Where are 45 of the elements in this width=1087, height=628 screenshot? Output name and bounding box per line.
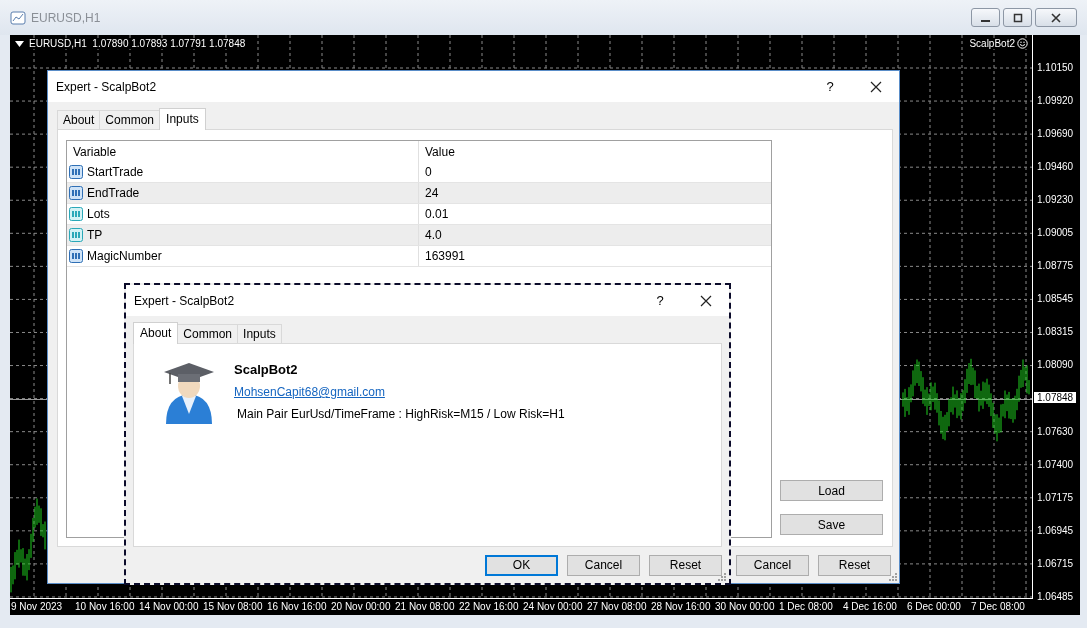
price-label: 1.08315 xyxy=(1036,326,1074,338)
price-label: 1.07630 xyxy=(1036,425,1074,437)
price-label: 1.10150 xyxy=(1036,62,1074,73)
variable-name: MagicNumber xyxy=(87,249,162,263)
variable-name: StartTrade xyxy=(87,165,144,179)
time-label: 30 Nov 00:00 xyxy=(715,601,775,612)
price-label: 1.09920 xyxy=(1036,95,1074,107)
expert-description: Main Pair EurUsd/TimeFrame : HighRisk=M15 / Low Risk=H1 xyxy=(236,407,565,421)
price-label: 1.08775 xyxy=(1036,260,1074,272)
time-label: 27 Nov 08:00 xyxy=(587,601,647,612)
price-label: 1.08090 xyxy=(1036,359,1074,371)
time-label: 10 Nov 16:00 xyxy=(75,601,135,612)
price-label: 1.09690 xyxy=(1036,128,1074,140)
dialog-title: Expert - ScalpBot2 xyxy=(134,293,235,308)
variable-name: EndTrade xyxy=(87,186,140,200)
current-price-label: 1.07848 xyxy=(1034,392,1077,404)
expert-name-label: ScalpBot2 xyxy=(969,38,1015,49)
symbol-quote-text: EURUSD,H1 1.07890 1.07893 1.07791 1.07848 xyxy=(29,38,246,49)
time-label: 20 Nov 00:00 xyxy=(331,601,391,612)
time-label: 15 Nov 08:00 xyxy=(203,601,263,612)
window-title: EURUSD,H1 xyxy=(31,10,101,25)
price-label: 1.06715 xyxy=(1036,557,1074,569)
price-label: 1.09460 xyxy=(1036,161,1074,173)
price-label: 1.06485 xyxy=(1036,590,1074,602)
price-label: 1.09005 xyxy=(1036,227,1074,239)
price-label: 1.09230 xyxy=(1036,194,1074,206)
time-label: 28 Nov 16:00 xyxy=(651,601,711,612)
price-label: 1.06945 xyxy=(1036,524,1074,536)
time-label: 16 Nov 16:00 xyxy=(267,601,327,612)
variable-name: Lots xyxy=(87,207,110,221)
price-label: 1.07175 xyxy=(1036,491,1074,503)
price-label: 1.07400 xyxy=(1036,458,1074,470)
time-label: 6 Dec 00:00 xyxy=(907,601,961,612)
variable-name: TP xyxy=(87,228,103,242)
dialog-title: Expert - ScalpBot2 xyxy=(56,79,157,94)
time-label: 9 Nov 2023 xyxy=(11,601,63,612)
time-label: 22 Nov 16:00 xyxy=(459,601,519,612)
expert-name: ScalpBot2 xyxy=(234,362,299,377)
time-label: 7 Dec 08:00 xyxy=(971,601,1025,612)
time-label: 14 Nov 00:00 xyxy=(139,601,199,612)
time-label: 4 Dec 16:00 xyxy=(843,601,897,612)
time-label: 1 Dec 08:00 xyxy=(779,601,833,612)
time-label: 24 Nov 00:00 xyxy=(523,601,583,612)
time-label: 21 Nov 08:00 xyxy=(395,601,455,612)
price-label: 1.08545 xyxy=(1036,293,1074,305)
